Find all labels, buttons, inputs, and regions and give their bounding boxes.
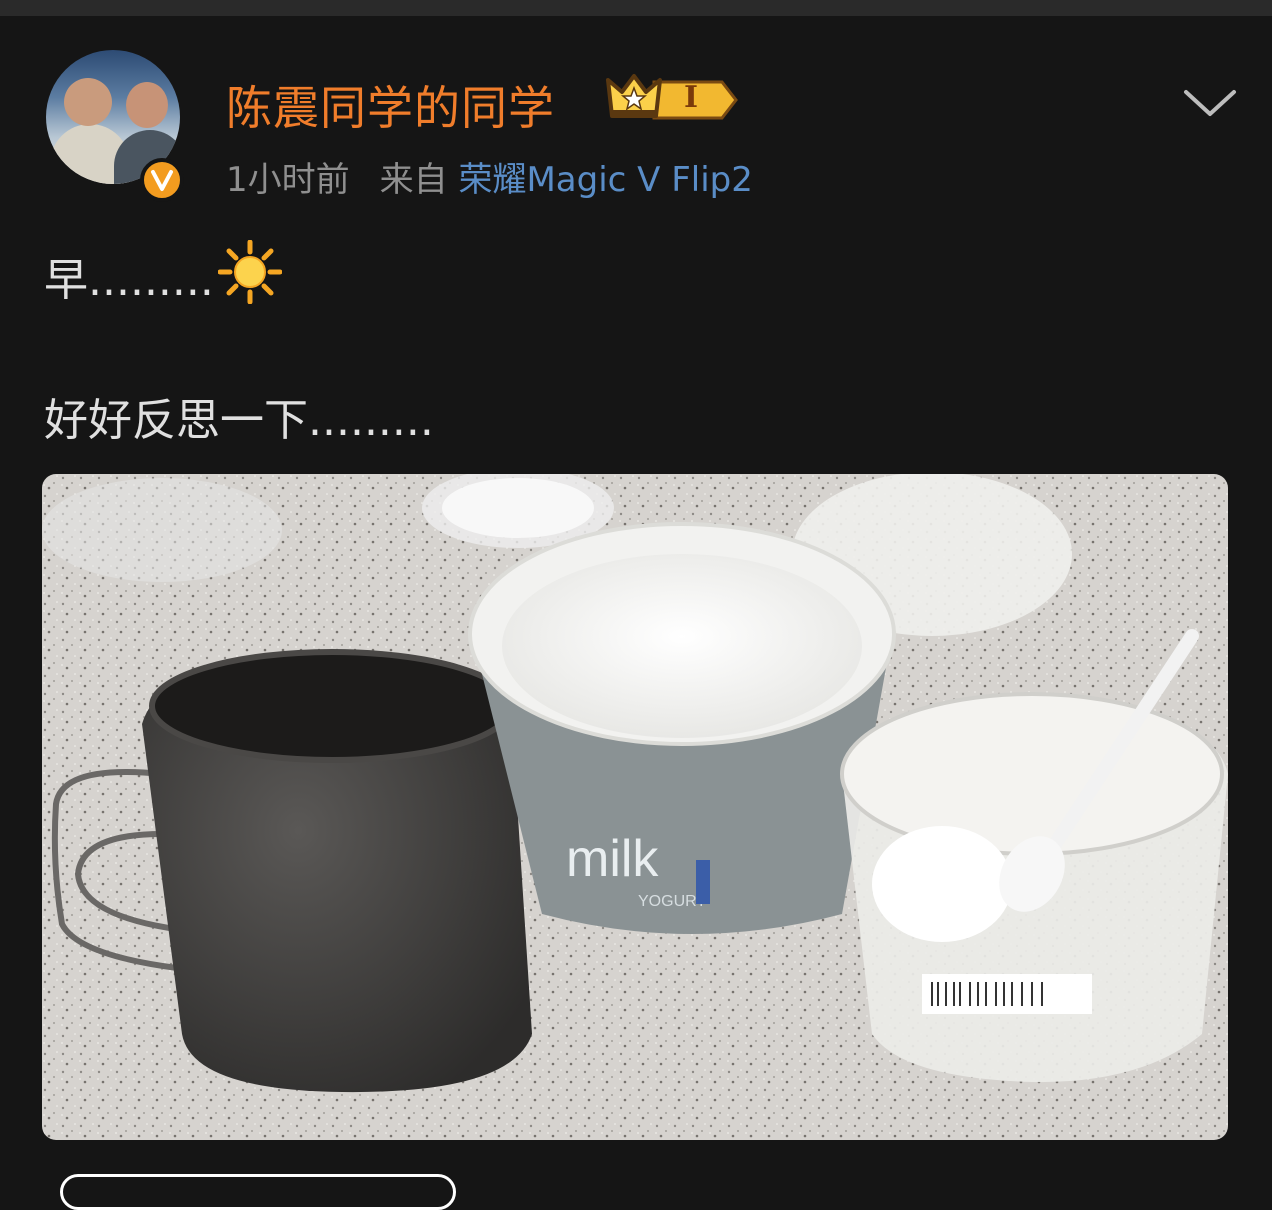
top-status-bar [0,0,1272,16]
v-verified-icon [140,158,184,202]
post-meta: 1小时前 来自 荣耀Magic V Flip2 [226,152,753,201]
level-label: I [684,80,699,115]
post-photo[interactable]: milk YOGURT [42,474,1228,1140]
yogurt-brand-text: milk [566,830,659,888]
post-text-line-1: 早......... [44,255,214,306]
username-link[interactable]: 陈震同学的同学 [226,72,555,138]
device-link[interactable]: 荣耀Magic V Flip2 [458,160,752,200]
user-avatar[interactable] [46,50,184,202]
post-time: 1小时前 [226,160,350,200]
chevron-down-icon[interactable] [1182,86,1238,120]
sun-emoji-icon [217,239,283,305]
source-prefix: 来自 [379,160,448,200]
bottom-action-pill[interactable] [60,1174,456,1210]
post-text-line-2: 好好反思一下......... [44,395,434,446]
crown-level-icon[interactable]: I [604,70,738,126]
